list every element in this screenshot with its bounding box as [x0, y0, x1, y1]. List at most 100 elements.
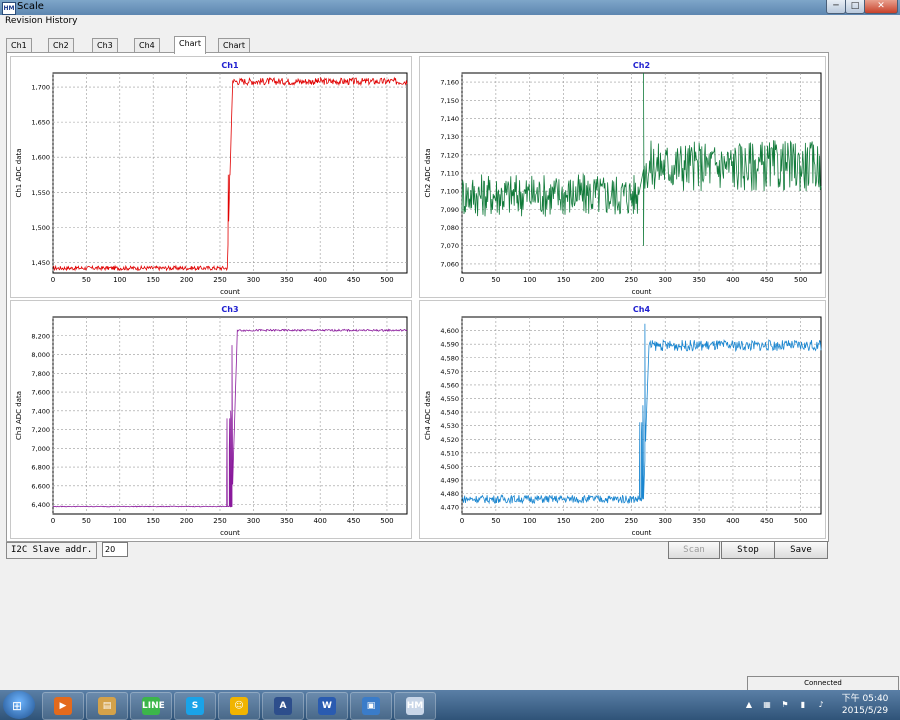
- x-tick-label: 450: [347, 517, 360, 525]
- x-tick-label: 150: [557, 276, 570, 284]
- x-tick-label: 400: [313, 276, 326, 284]
- windows-logo-icon: ⊞: [12, 699, 23, 713]
- y-tick-label: 8,000: [31, 351, 50, 359]
- x-tick-label: 250: [625, 517, 638, 525]
- y-tick-label: 7,400: [31, 407, 50, 415]
- volume-icon[interactable]: ♪: [816, 700, 826, 710]
- x-tick-label: 450: [760, 517, 773, 525]
- minimize-button[interactable]: ─: [826, 0, 846, 14]
- i2c-addr-input[interactable]: 20: [102, 542, 128, 557]
- x-tick-label: 0: [51, 517, 55, 525]
- y-tick-label: 7,160: [440, 79, 459, 87]
- x-tick-label: 350: [692, 517, 705, 525]
- y-tick-label: 6,600: [31, 482, 50, 490]
- y-tick-label: 7,080: [440, 224, 459, 232]
- y-tick-label: 4,560: [440, 381, 459, 389]
- y-tick-label: 4,590: [440, 341, 459, 349]
- x-tick-label: 500: [794, 276, 807, 284]
- font-viewer-icon: A: [274, 697, 292, 715]
- x-tick-label: 350: [280, 276, 293, 284]
- x-axis-label: count: [632, 529, 652, 537]
- x-tick-label: 450: [760, 276, 773, 284]
- flag-icon[interactable]: ⚑: [780, 700, 790, 710]
- start-button[interactable]: ⊞: [3, 691, 35, 719]
- save-button[interactable]: Save: [774, 541, 828, 559]
- tab-ch1[interactable]: Ch1: [6, 38, 32, 53]
- y-tick-label: 7,140: [440, 115, 459, 123]
- taskbar-word-button[interactable]: W: [306, 692, 348, 720]
- y-tick-label: 4,510: [440, 449, 459, 457]
- line-icon: LINE: [142, 697, 165, 715]
- x-tick-label: 300: [247, 517, 260, 525]
- y-axis-label: Ch2 ADC data: [424, 148, 432, 197]
- photo-viewer-icon: ▣: [362, 697, 380, 715]
- y-tick-label: 4,520: [440, 436, 459, 444]
- x-tick-label: 100: [113, 517, 126, 525]
- y-axis-label: Ch1 ADC data: [15, 148, 23, 197]
- chart-title: Ch1: [221, 61, 239, 70]
- x-tick-label: 500: [380, 276, 393, 284]
- menu-revision-history[interactable]: Revision History: [5, 16, 78, 26]
- x-tick-label: 300: [659, 517, 672, 525]
- y-tick-label: 7,120: [440, 151, 459, 159]
- y-tick-label: 1,700: [31, 84, 50, 92]
- tab-ch4[interactable]: Ch4: [134, 38, 160, 53]
- y-tick-label: 4,480: [440, 490, 459, 498]
- network-icon[interactable]: ▦: [762, 700, 772, 710]
- x-tick-label: 400: [726, 517, 739, 525]
- x-tick-label: 50: [82, 517, 91, 525]
- tab-chart[interactable]: Chart: [174, 36, 206, 54]
- x-tick-label: 400: [313, 517, 326, 525]
- y-tick-label: 4,500: [440, 463, 459, 471]
- taskbar-photo-viewer-button[interactable]: ▣: [350, 692, 392, 720]
- show-hidden-icon[interactable]: ▲: [744, 700, 754, 710]
- stop-button[interactable]: Stop: [721, 541, 775, 559]
- x-tick-label: 300: [659, 276, 672, 284]
- y-tick-label: 7,000: [31, 445, 50, 453]
- taskbar-file-explorer-button[interactable]: ▤: [86, 692, 128, 720]
- chart-ch3-svg: Ch3 0 50 100 150 200 250 300 350 400 450 500 6,400 6,…: [15, 305, 408, 537]
- x-tick-label: 200: [591, 276, 604, 284]
- taskbar-messenger-button[interactable]: ☺: [218, 692, 260, 720]
- chart-panel: Ch1 0 50 100 150 200 250 300 350 400 450 500 1,450 1,…: [6, 52, 829, 542]
- window-title: Scale: [17, 1, 44, 12]
- x-tick-label: 150: [147, 276, 160, 284]
- x-tick-label: 0: [460, 276, 464, 284]
- tab-ch2[interactable]: Ch2: [48, 38, 74, 53]
- power-icon[interactable]: ▮: [798, 700, 808, 710]
- y-tick-label: 7,130: [440, 133, 459, 141]
- bottom-bar: I2C Slave addr. 20 Scan Stop Save: [6, 541, 828, 559]
- maximize-button[interactable]: □: [845, 0, 865, 14]
- taskbar-skype-button[interactable]: S: [174, 692, 216, 720]
- x-tick-label: 0: [460, 517, 464, 525]
- y-tick-label: 4,470: [440, 504, 459, 512]
- y-tick-label: 7,800: [31, 370, 50, 378]
- x-tick-label: 450: [347, 276, 360, 284]
- y-tick-label: 1,500: [31, 224, 50, 232]
- x-tick-label: 350: [280, 517, 293, 525]
- taskbar-scale-app-button[interactable]: HM: [394, 692, 436, 720]
- x-tick-label: 200: [591, 517, 604, 525]
- y-tick-label: 4,490: [440, 477, 459, 485]
- y-tick-label: 7,200: [31, 426, 50, 434]
- x-tick-label: 200: [180, 276, 193, 284]
- taskbar-font-viewer-button[interactable]: A: [262, 692, 304, 720]
- title-bar: HM Scale ─ □ ✕: [0, 0, 900, 16]
- app-logo-icon[interactable]: HM: [2, 2, 16, 15]
- i2c-addr-label: I2C Slave addr.: [6, 542, 98, 559]
- x-tick-label: 350: [692, 276, 705, 284]
- clock[interactable]: 下午 05:40 2015/5/29: [840, 693, 890, 717]
- y-tick-label: 1,650: [31, 119, 50, 127]
- y-tick-label: 4,540: [440, 409, 459, 417]
- taskbar-line-button[interactable]: LINE: [130, 692, 172, 720]
- chart-title: Ch2: [633, 61, 650, 70]
- tab-ch3[interactable]: Ch3: [92, 38, 118, 53]
- close-button[interactable]: ✕: [864, 0, 898, 14]
- x-tick-label: 500: [794, 517, 807, 525]
- y-tick-label: 7,070: [440, 242, 459, 250]
- menu-bar: Revision History: [0, 15, 900, 28]
- tab-chart-all[interactable]: Chart All: [218, 38, 250, 64]
- x-tick-label: 300: [247, 276, 260, 284]
- taskbar-media-player-button[interactable]: ▶: [42, 692, 84, 720]
- scan-button[interactable]: Scan: [668, 541, 720, 559]
